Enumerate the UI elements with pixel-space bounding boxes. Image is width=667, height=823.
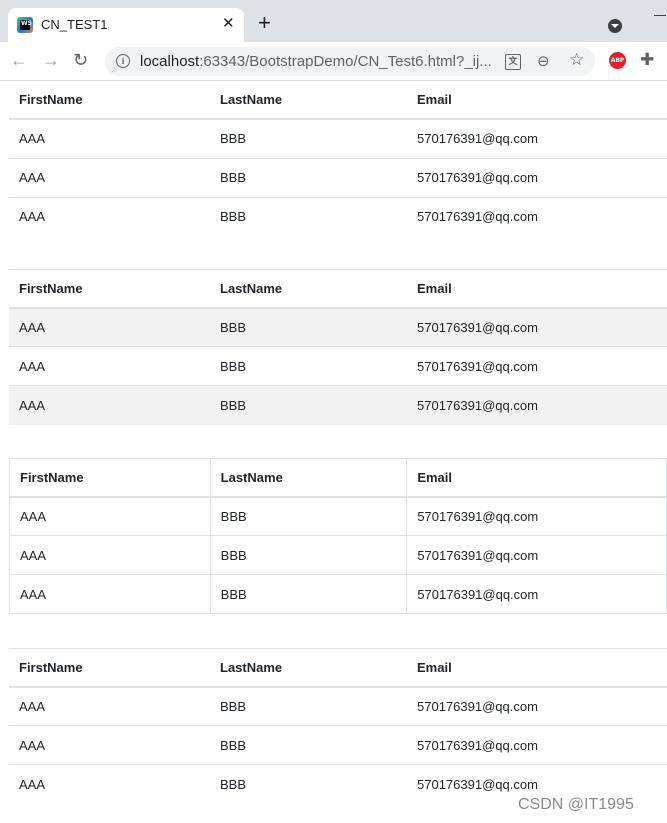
email-cell: 570176391@qq.com bbox=[407, 307, 667, 347]
favicon-label: WS bbox=[21, 20, 32, 27]
email-cell: 570176391@qq.com bbox=[406, 535, 667, 575]
tab-search-icon[interactable] bbox=[608, 19, 622, 33]
forward-arrow-icon[interactable]: → bbox=[42, 51, 60, 69]
email-cell: 570176391@qq.com bbox=[406, 496, 667, 536]
firstname-cell: AAA bbox=[9, 346, 210, 386]
lastname-cell: BBB bbox=[209, 496, 408, 536]
firstname-cell: AAA bbox=[9, 535, 211, 575]
firstname-cell: AAA bbox=[19, 131, 46, 147]
table-row: AAA BBB 570176391@qq.com bbox=[9, 346, 667, 386]
column-header-lastname: LastName bbox=[210, 269, 407, 309]
lastname-cell: BBB bbox=[210, 307, 407, 347]
table-header-row: FirstName LastName Email bbox=[9, 648, 667, 688]
bordered-table: FirstName LastName Email AAA BBB 5701763… bbox=[9, 458, 667, 614]
lastname-cell: BBB bbox=[210, 157, 407, 197]
lastname-cell: BBB bbox=[210, 725, 407, 765]
email-cell: 570176391@qq.com bbox=[407, 157, 667, 197]
table-row: AAA BBB 570176391@qq.com bbox=[9, 535, 667, 575]
close-tab-icon[interactable]: ✕ bbox=[222, 15, 235, 33]
browser-toolbar: ← → ↻ i localhost:63343/BootstrapDemo/CN… bbox=[0, 42, 667, 81]
lastname-cell: BBB bbox=[210, 385, 407, 425]
url-text[interactable]: localhost:63343/BootstrapDemo/CN_Test6.h… bbox=[140, 53, 492, 70]
lastname-cell: BBB bbox=[220, 698, 247, 714]
lastname-cell: BBB bbox=[210, 196, 407, 236]
minimize-window-button[interactable] bbox=[654, 15, 666, 16]
table-row: AAA BBB 570176391@qq.com bbox=[9, 574, 667, 614]
table-row: AAA BBB 570176391@qq.com bbox=[9, 196, 667, 236]
lastname-cell: BBB bbox=[210, 764, 407, 804]
column-header-lastname: LastName bbox=[210, 648, 407, 688]
tab-strip: WS CN_TEST1 ✕ + bbox=[0, 0, 667, 42]
url-path: :63343/BootstrapDemo/CN_Test6.html?_ij..… bbox=[199, 53, 492, 70]
tab-title: CN_TEST1 bbox=[41, 17, 108, 32]
adblock-plus-icon[interactable]: ABP bbox=[609, 52, 626, 69]
column-header-firstname: FirstName bbox=[9, 648, 210, 688]
firstname-cell: AAA bbox=[9, 196, 210, 236]
table-row: AAA BBB 570176391@qq.com bbox=[9, 307, 667, 347]
column-header-lastname: LastName bbox=[210, 81, 407, 120]
url-host: localhost bbox=[140, 53, 200, 70]
email-cell: 570176391@qq.com bbox=[407, 346, 667, 386]
firstname-cell: AAA bbox=[9, 764, 210, 804]
firstname-cell: AAA bbox=[9, 725, 210, 765]
csdn-watermark: CSDN @IT1995 bbox=[518, 796, 634, 813]
email-cell: 570176391@qq.com bbox=[406, 574, 667, 614]
email-cell: 570176391@qq.com bbox=[417, 131, 538, 147]
table-row: AAA BBB 570176391@qq.com bbox=[9, 119, 667, 158]
firstname-cell: AAA bbox=[9, 385, 210, 425]
address-bar[interactable]: i localhost:63343/BootstrapDemo/CN_Test6… bbox=[105, 47, 595, 76]
email-cell: 570176391@qq.com bbox=[407, 725, 667, 765]
column-header-firstname: FirstName bbox=[9, 81, 210, 120]
back-arrow-icon[interactable]: ← bbox=[10, 51, 28, 69]
column-header-email: Email bbox=[407, 269, 667, 309]
new-tab-button[interactable]: + bbox=[258, 12, 271, 34]
column-header-firstname: FirstName bbox=[9, 269, 210, 309]
site-info-icon[interactable]: i bbox=[116, 54, 130, 68]
column-header-email: Email bbox=[406, 458, 667, 498]
firstname-cell: AAA bbox=[9, 574, 211, 614]
translate-icon[interactable]: 文 bbox=[505, 54, 521, 70]
table-row: AAA BBB 570176391@qq.com bbox=[9, 687, 667, 726]
column-header-email: Email bbox=[407, 648, 667, 688]
table-header-row: FirstName LastName Email bbox=[9, 458, 667, 498]
reload-icon[interactable]: ↻ bbox=[73, 51, 88, 69]
email-cell: 570176391@qq.com bbox=[407, 196, 667, 236]
basic-table: FirstName LastName Email AAA BBB 5701763… bbox=[9, 81, 667, 236]
column-header-firstname: FirstName bbox=[9, 458, 211, 498]
table-row: AAA BBB 570176391@qq.com bbox=[9, 496, 667, 536]
column-header-lastname: LastName bbox=[209, 458, 408, 498]
lastname-cell: BBB bbox=[209, 535, 408, 575]
table-row: AAA BBB 570176391@qq.com bbox=[9, 725, 667, 765]
webstorm-favicon-icon: WS bbox=[17, 17, 33, 33]
lastname-cell: BBB bbox=[209, 574, 408, 614]
firstname-cell: AAA bbox=[19, 698, 46, 714]
hover-table: FirstName LastName Email AAA BBB 5701763… bbox=[9, 648, 667, 804]
lastname-cell: BBB bbox=[210, 346, 407, 386]
table-row: AAA BBB 570176391@qq.com bbox=[9, 385, 667, 425]
table-header-row: FirstName LastName Email bbox=[9, 81, 667, 120]
firstname-cell: AAA bbox=[9, 307, 210, 347]
column-header-email: Email bbox=[407, 81, 667, 120]
firstname-cell: AAA bbox=[9, 157, 210, 197]
striped-table: FirstName LastName Email AAA BBB 5701763… bbox=[9, 269, 667, 425]
lastname-cell: BBB bbox=[220, 131, 247, 147]
table-header-row: FirstName LastName Email bbox=[9, 269, 667, 309]
email-cell: 570176391@qq.com bbox=[417, 698, 538, 714]
table-row: AAA BBB 570176391@qq.com bbox=[9, 157, 667, 197]
firstname-cell: AAA bbox=[9, 496, 211, 536]
browser-tab[interactable]: WS CN_TEST1 ✕ bbox=[8, 8, 244, 42]
zoom-icon[interactable]: ⊖ bbox=[537, 52, 550, 70]
bookmark-star-icon[interactable]: ☆ bbox=[569, 50, 584, 70]
email-cell: 570176391@qq.com bbox=[407, 385, 667, 425]
extensions-puzzle-icon[interactable]: ✚ bbox=[640, 50, 654, 70]
